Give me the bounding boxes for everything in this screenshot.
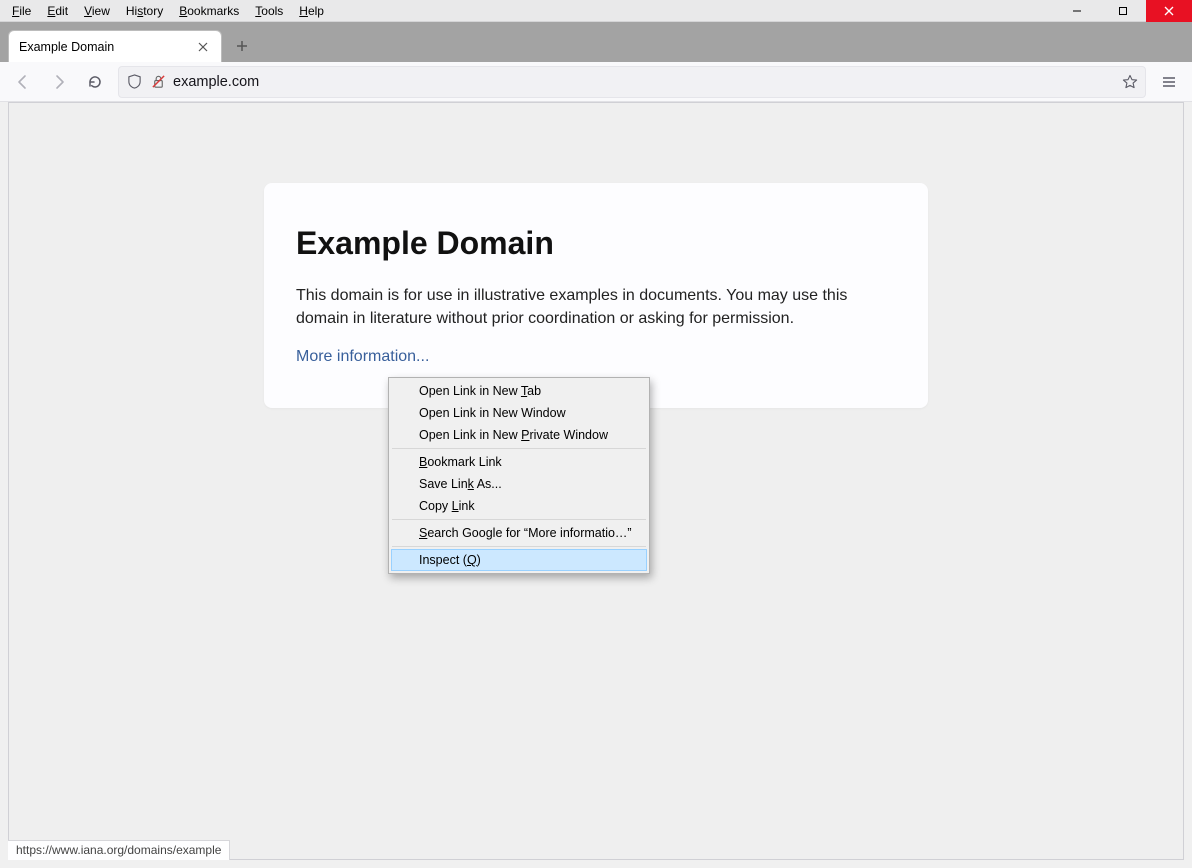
cm-save-link-as[interactable]: Save Link As... — [391, 473, 647, 495]
page-heading: Example Domain — [296, 225, 896, 262]
menu-tools[interactable]: Tools — [247, 2, 291, 20]
cm-copy-link[interactable]: Copy Link — [391, 495, 647, 517]
page-card: Example Domain This domain is for use in… — [264, 183, 928, 408]
tracking-protection-icon[interactable] — [125, 73, 143, 91]
url-text: example.com — [173, 74, 1115, 90]
menu-help[interactable]: Help — [291, 2, 332, 20]
tab-strip: Example Domain — [0, 22, 1192, 62]
link-context-menu: Open Link in New Tab Open Link in New Wi… — [388, 377, 650, 574]
more-information-link[interactable]: More information... — [296, 348, 429, 365]
back-button[interactable] — [6, 66, 40, 98]
cm-sep — [392, 546, 646, 547]
status-bar: https://www.iana.org/domains/example — [8, 840, 230, 860]
menu-history[interactable]: History — [118, 2, 171, 20]
cm-bookmark-link[interactable]: Bookmark Link — [391, 451, 647, 473]
status-bar-text: https://www.iana.org/domains/example — [16, 843, 221, 857]
cm-sep — [392, 448, 646, 449]
window-controls — [1054, 0, 1192, 22]
new-tab-button[interactable] — [228, 32, 256, 60]
reload-button[interactable] — [78, 66, 112, 98]
url-bar[interactable]: example.com — [118, 66, 1146, 98]
menu-view[interactable]: View — [76, 2, 118, 20]
cm-open-private-window[interactable]: Open Link in New Private Window — [391, 424, 647, 446]
window-close-button[interactable] — [1146, 0, 1192, 22]
menu-file[interactable]: File — [4, 2, 39, 20]
cm-sep — [392, 519, 646, 520]
tab-active[interactable]: Example Domain — [8, 30, 222, 62]
window-maximize-button[interactable] — [1100, 0, 1146, 22]
app-menu-button[interactable] — [1152, 66, 1186, 98]
window-minimize-button[interactable] — [1054, 0, 1100, 22]
cm-search-google[interactable]: Search Google for “More informatio…” — [391, 522, 647, 544]
cm-inspect[interactable]: Inspect (Q) — [391, 549, 647, 571]
insecure-lock-icon[interactable] — [149, 73, 167, 91]
cm-open-new-window[interactable]: Open Link in New Window — [391, 402, 647, 424]
menu-edit[interactable]: Edit — [39, 2, 76, 20]
tab-close-button[interactable] — [195, 39, 211, 55]
bookmark-star-icon[interactable] — [1121, 73, 1139, 91]
cm-open-new-tab[interactable]: Open Link in New Tab — [391, 380, 647, 402]
forward-button[interactable] — [42, 66, 76, 98]
page-body: This domain is for use in illustrative e… — [296, 284, 896, 330]
menu-bookmarks[interactable]: Bookmarks — [171, 2, 247, 20]
nav-toolbar: example.com — [0, 62, 1192, 102]
menubar: File Edit View History Bookmarks Tools H… — [0, 0, 1192, 22]
tab-title: Example Domain — [19, 40, 195, 54]
